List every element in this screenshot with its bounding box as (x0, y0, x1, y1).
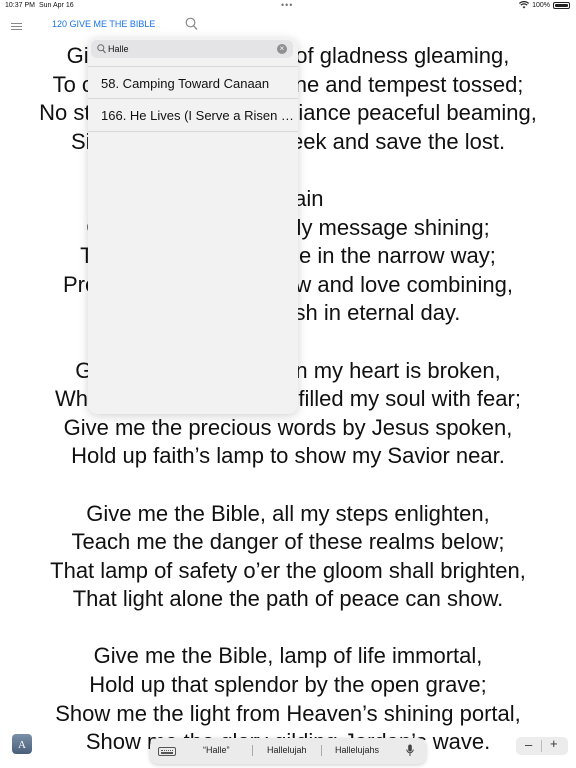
stanza-gap (0, 471, 576, 500)
suggestion-3[interactable]: Hallelujahs (335, 745, 379, 755)
status-bar: 10:37 PM Sun Apr 16 ••• 100% (0, 0, 576, 12)
suggestion-divider (321, 745, 322, 756)
lyric-line: Show me the light from Heaven’s shining … (55, 700, 521, 726)
lyric-line: Give me the Bible, all my steps enlighte… (86, 500, 490, 526)
lyric-line: Hold up faith’s lamp to show my Savior n… (71, 443, 505, 469)
keyboard-icon[interactable] (158, 747, 176, 756)
status-indicators: 100% (519, 1, 570, 9)
hymn-title[interactable]: 120 GIVE ME THE BIBLE (52, 19, 155, 29)
navigation-bar: 120 GIVE ME THE BIBLE (0, 14, 576, 36)
search-result-item[interactable]: 166. He Lives (I Serve a Risen Savior) (88, 99, 298, 132)
lyric-line: Teach me the danger of these realms belo… (71, 529, 505, 555)
stepper-divider (541, 740, 542, 752)
lyric-line: Give me the precious words by Jesus spok… (63, 414, 513, 440)
search-icon[interactable] (185, 17, 198, 31)
menu-icon[interactable] (11, 23, 22, 32)
search-field[interactable]: × (91, 40, 293, 58)
magnifier-icon (97, 44, 106, 54)
stanza-gap (0, 614, 576, 643)
keyboard-shortcut-bar: “Halle” Hallelujah Hallelujahs (150, 738, 426, 764)
status-time: 10:37 PM (5, 2, 35, 9)
clear-search-button[interactable]: × (277, 44, 287, 54)
search-result-item[interactable]: 58. Camping Toward Canaan (88, 66, 298, 99)
suggestion-1[interactable]: “Halle” (203, 745, 230, 755)
search-input[interactable] (108, 41, 268, 57)
battery-percent: 100% (532, 1, 550, 9)
battery-icon (553, 1, 570, 9)
lyric-line: Hold up that splendor by the open grave; (89, 672, 487, 698)
search-popover: × 58. Camping Toward Canaan 166. He Live… (88, 38, 298, 414)
microphone-icon[interactable] (406, 744, 414, 757)
suggestion-2[interactable]: Hallelujah (267, 745, 307, 755)
search-results: 58. Camping Toward Canaan 166. He Lives … (88, 66, 298, 132)
multitasking-dots[interactable]: ••• (281, 0, 293, 10)
decrease-font-button[interactable]: – (525, 737, 532, 752)
lyric-line: That light alone the path of peace can s… (72, 586, 504, 612)
lyric-line: That lamp of safety o’er the gloom shall… (50, 557, 526, 583)
status-date: Sun Apr 16 (39, 2, 74, 9)
lyric-line: Give me the Bible, lamp of life immortal… (93, 643, 483, 669)
increase-font-button[interactable]: + (550, 736, 558, 751)
font-size-stepper: – + (516, 736, 568, 755)
suggestion-divider (252, 745, 253, 756)
app-icon[interactable]: A (12, 734, 32, 754)
wifi-icon (519, 1, 530, 9)
